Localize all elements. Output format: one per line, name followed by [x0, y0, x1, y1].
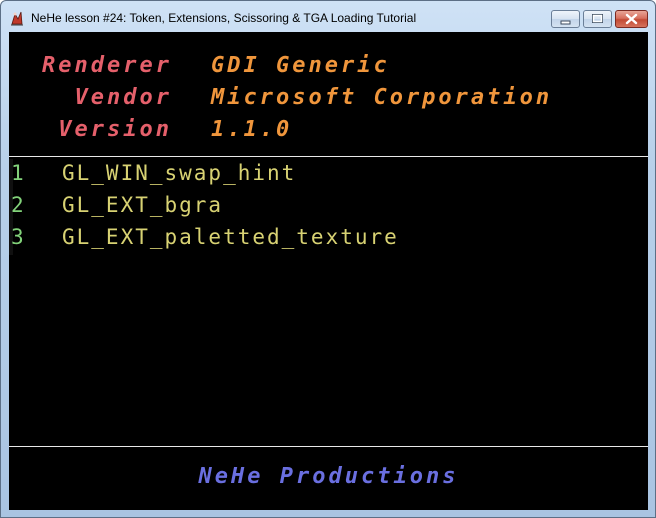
extension-index: 2 [11, 193, 24, 217]
nehe-app-icon[interactable] [9, 10, 25, 26]
divider-top [9, 156, 648, 157]
maximize-button[interactable] [583, 10, 612, 28]
title-bar[interactable]: NeHe lesson #24: Token, Extensions, Scis… [1, 1, 655, 32]
extension-name: GL_EXT_paletted_texture [62, 225, 399, 249]
close-icon [625, 13, 638, 25]
extension-name: GL_WIN_swap_hint [62, 161, 297, 185]
version-label: Version [58, 117, 172, 142]
vendor-label: Vendor [74, 85, 172, 110]
minimize-button[interactable] [551, 10, 580, 28]
divider-bottom [9, 446, 648, 447]
opengl-viewport[interactable]: Renderer GDI Generic Vendor Microsoft Co… [9, 32, 648, 510]
close-button[interactable] [615, 10, 648, 28]
extension-index: 1 [11, 161, 24, 185]
minimize-icon [560, 20, 571, 25]
window-title: NeHe lesson #24: Token, Extensions, Scis… [31, 11, 417, 25]
credit-text: NeHe Productions [198, 464, 459, 489]
vendor-value: Microsoft Corporation [211, 85, 553, 110]
app-window: NeHe lesson #24: Token, Extensions, Scis… [0, 0, 656, 518]
extension-name: GL_EXT_bgra [62, 193, 224, 217]
maximize-icon [592, 14, 603, 23]
version-value: 1.1.0 [211, 117, 293, 142]
renderer-value: GDI Generic [211, 53, 390, 78]
renderer-label: Renderer [42, 53, 172, 78]
extension-index: 3 [11, 225, 24, 249]
